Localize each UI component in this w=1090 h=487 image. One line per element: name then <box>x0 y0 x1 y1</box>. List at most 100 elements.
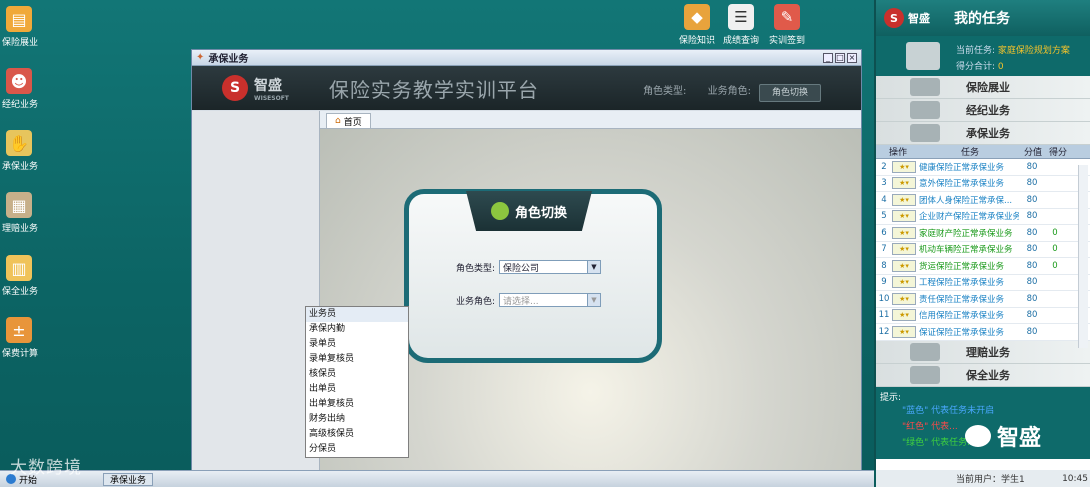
task-row[interactable]: 4 ★▾ 团体人身保险正常承保... 80 <box>876 192 1090 209</box>
category-label: 保全业务 <box>966 368 1010 382</box>
task-row-name[interactable]: 企业财产保险正常承保业务 <box>919 210 1019 222</box>
star-icon[interactable]: ★▾ <box>892 210 916 223</box>
desktop-icon-underwriting[interactable]: ✋ 承保业务 <box>2 130 62 172</box>
window-body: ⌂ 首页 角色切换 角色类型: 保险公司 ▼ 业务角色: 请选择... ▼ <box>192 111 861 486</box>
dropdown-option[interactable]: 财务出纳 <box>306 412 408 427</box>
brand-name: 智盛 WISESOFT <box>254 77 289 102</box>
top-icon-grades[interactable]: ☰ 成绩查询 <box>716 4 766 46</box>
signin-icon: ✎ <box>774 4 800 30</box>
minimize-button[interactable]: _ <box>823 52 833 63</box>
desktop-icon-premium-calc[interactable]: ± 保费计算 <box>2 317 62 359</box>
clock: 10:45 <box>1062 473 1088 484</box>
top-icon-label: 实训签到 <box>768 36 805 46</box>
tab-home[interactable]: ⌂ 首页 <box>326 113 371 128</box>
desktop-icon-preservation[interactable]: ▥ 保全业务 <box>2 255 62 297</box>
top-icon-knowledge[interactable]: ◆ 保险知识 <box>672 4 722 46</box>
dropdown-option[interactable]: 分保员 <box>306 442 408 457</box>
task-row[interactable]: 6 ★▾ 家庭财产险正常承保业务 80 0 <box>876 225 1090 242</box>
current-user: 当前用户：学生1 <box>956 475 1025 485</box>
star-icon[interactable]: ★▾ <box>892 226 916 239</box>
task-row-name[interactable]: 货运保险正常承保业务 <box>919 260 1019 272</box>
task-row[interactable]: 7 ★▾ 机动车辆险正常承保业务 80 0 <box>876 242 1090 258</box>
dropdown-option[interactable]: 出单员 <box>306 382 408 397</box>
task-row-name[interactable]: 健康保险正常承保业务 <box>919 161 1019 173</box>
role-type-select[interactable]: 保险公司 ▼ <box>499 260 601 274</box>
dropdown-option[interactable]: 核保员 <box>306 367 408 382</box>
task-row-number: 12 <box>878 326 890 337</box>
desktop-icon-label: 保险展业 <box>2 38 39 48</box>
task-row[interactable]: 3 ★▾ 意外保险正常承保业务 80 <box>876 176 1090 192</box>
role-type-value: 保险公司 <box>503 263 540 274</box>
star-icon[interactable]: ★▾ <box>892 243 916 256</box>
task-row-name[interactable]: 责任保险正常承保业务 <box>919 293 1019 305</box>
maximize-button[interactable]: □ <box>835 52 845 63</box>
business-role-select[interactable]: 请选择... ▼ <box>499 293 601 307</box>
dropdown-option[interactable]: 业务员 <box>306 307 408 322</box>
star-icon[interactable]: ★▾ <box>892 177 916 190</box>
desktop-icon-brokerage[interactable]: ☻ 经纪业务 <box>2 68 62 110</box>
task-row[interactable]: 5 ★▾ 企业财产保险正常承保业务 80 <box>876 209 1090 225</box>
desktop-icon-label: 保全业务 <box>2 287 39 297</box>
dropdown-option[interactable]: 承保内勤 <box>306 322 408 337</box>
category-insurance-sales[interactable]: 保险展业 <box>876 76 1090 99</box>
category-claims[interactable]: 理赔业务 <box>876 340 1090 364</box>
desktop-icon-insurance-sales[interactable]: ▤ 保险展业 <box>2 6 62 48</box>
task-row-number: 8 <box>881 260 887 271</box>
current-task-label: 当前任务: <box>956 46 996 56</box>
category-brokerage[interactable]: 经纪业务 <box>876 99 1090 122</box>
category-underwriting[interactable]: 承保业务 <box>876 122 1090 145</box>
tip-blue: "蓝色" 代表任务未开启 <box>902 405 995 416</box>
task-row[interactable]: 10 ★▾ 责任保险正常承保业务 80 <box>876 291 1090 308</box>
tip-red: "红色" 代表... <box>902 421 958 432</box>
report-icon: ☰ <box>728 4 754 30</box>
dropdown-option[interactable]: 高级核保员 <box>306 427 408 442</box>
chevron-down-icon[interactable]: ▼ <box>587 261 600 273</box>
task-row-name[interactable]: 机动车辆险正常承保业务 <box>919 243 1019 255</box>
close-button[interactable]: × <box>847 52 857 63</box>
wechat-icon <box>965 425 991 447</box>
star-icon[interactable]: ★▾ <box>892 292 916 305</box>
task-row-name[interactable]: 家庭财产险正常承保业务 <box>919 227 1019 239</box>
window-titlebar[interactable]: ✦ 承保业务 _ □ × <box>192 50 861 66</box>
dropdown-option[interactable]: 录单员 <box>306 337 408 352</box>
task-row[interactable]: 2 ★▾ 健康保险正常承保业务 80 <box>876 159 1090 176</box>
task-row-name[interactable]: 信用保险正常承保业务 <box>919 309 1019 321</box>
task-row[interactable]: 12 ★▾ 保证保险正常承保业务 80 <box>876 324 1090 341</box>
category-preservation[interactable]: 保全业务 <box>876 363 1090 387</box>
top-icon-signin[interactable]: ✎ 实训签到 <box>762 4 812 46</box>
role-switch-dialog: 角色切换 角色类型: 保险公司 ▼ 业务角色: 请选择... ▼ <box>404 189 662 363</box>
task-row-number: 5 <box>881 211 887 222</box>
task-row-name[interactable]: 工程保险正常承保业务 <box>919 276 1019 288</box>
star-icon[interactable]: ★▾ <box>892 325 916 338</box>
pie-icon <box>910 365 940 384</box>
task-table-scrollbar[interactable] <box>1078 165 1088 348</box>
window-app-icon: ✦ <box>196 52 205 63</box>
star-icon[interactable]: ★▾ <box>892 276 916 289</box>
task-row-name[interactable]: 意外保险正常承保业务 <box>919 177 1019 189</box>
folder-icon: ▤ <box>6 6 32 32</box>
dropdown-option[interactable]: 录单复核员 <box>306 352 408 367</box>
task-row-got: 0 <box>1052 260 1058 271</box>
desktop: ▤ 保险展业 ☻ 经纪业务 ✋ 承保业务 ▦ 理赔业务 ▥ 保全业务 ± 保费计… <box>0 0 1090 487</box>
star-icon[interactable]: ★▾ <box>892 309 916 322</box>
task-row[interactable]: 8 ★▾ 货运保险正常承保业务 80 0 <box>876 258 1090 275</box>
dropdown-option[interactable]: 出单复核员 <box>306 397 408 412</box>
star-icon[interactable]: ★▾ <box>892 193 916 206</box>
business-role-dropdown: 业务员 承保内勤 录单员 录单复核员 核保员 出单员 出单复核员 财务出纳 高级… <box>305 306 409 458</box>
book-icon: ◆ <box>684 4 710 30</box>
taskbar-item-underwriting[interactable]: 承保业务 <box>103 472 154 486</box>
desktop-icon-claims[interactable]: ▦ 理赔业务 <box>2 192 62 234</box>
window-title: 承保业务 <box>208 54 249 65</box>
star-icon[interactable]: ★▾ <box>892 160 916 173</box>
task-row-name[interactable]: 团体人身保险正常承保... <box>919 194 1019 206</box>
chevron-down-icon[interactable]: ▼ <box>587 294 600 306</box>
users-icon <box>490 202 509 220</box>
task-row[interactable]: 11 ★▾ 信用保险正常承保业务 80 <box>876 308 1090 324</box>
role-switch-button[interactable]: 角色切换 <box>759 84 821 102</box>
task-row-number: 3 <box>881 178 887 189</box>
task-row-name[interactable]: 保证保险正常承保业务 <box>919 326 1019 338</box>
task-row-score: 80 <box>1026 211 1038 222</box>
task-row[interactable]: 9 ★▾ 工程保险正常承保业务 80 <box>876 275 1090 291</box>
taskbar: 开始 承保业务 <box>0 470 874 487</box>
star-icon[interactable]: ★▾ <box>892 259 916 272</box>
